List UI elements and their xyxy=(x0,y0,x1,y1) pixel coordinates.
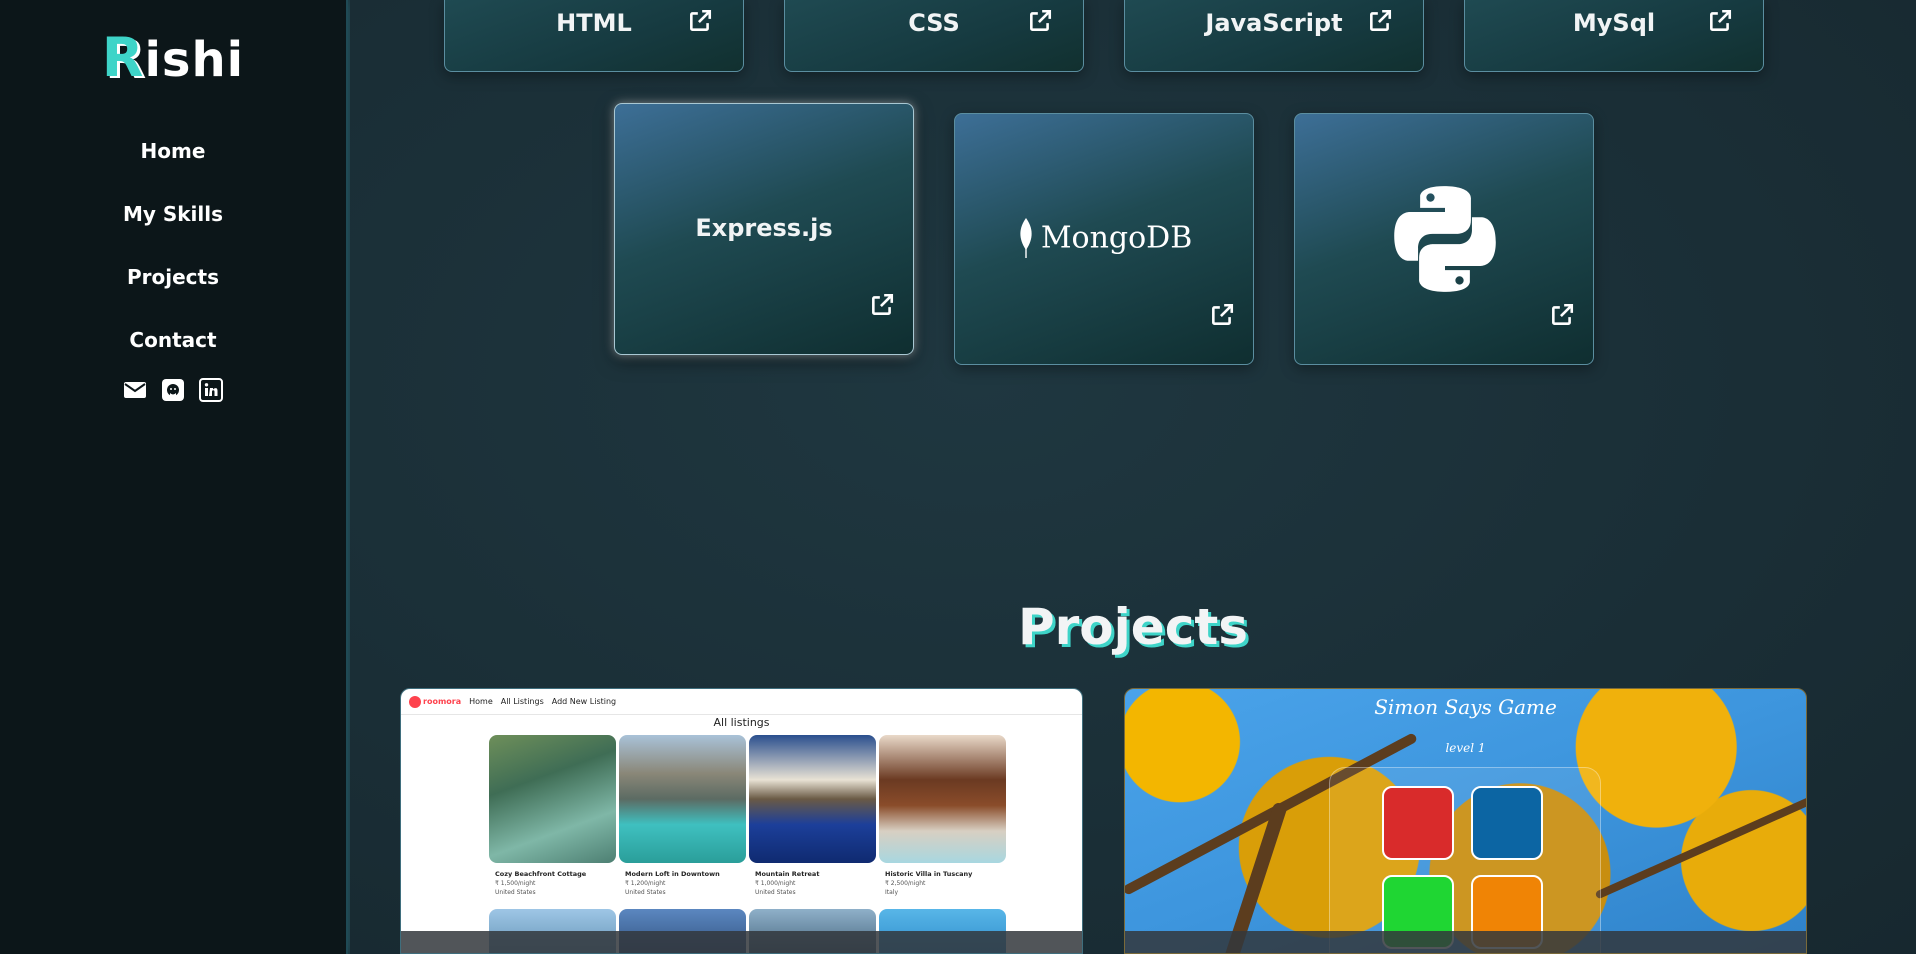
roomora-heading: All listings xyxy=(713,716,770,729)
roomora-nav-all-listings: All Listings xyxy=(500,697,544,706)
external-link-icon[interactable] xyxy=(1549,302,1575,328)
listing-country: United States xyxy=(755,889,796,896)
skill-card-javascript[interactable]: JavaScript xyxy=(1124,0,1424,72)
listing-title: Historic Villa in Tuscany xyxy=(885,870,973,878)
project-overlay-bar xyxy=(1125,931,1806,953)
listing-card: Historic Villa in Tuscany ₹ 2,500/night … xyxy=(879,735,1006,896)
listing-price: ₹ 1,500/night xyxy=(495,880,536,887)
branch-decoration xyxy=(1594,786,1806,900)
external-link-icon[interactable] xyxy=(869,292,895,318)
listing-card: Modern Loft in Downtown ₹ 1,200/night Un… xyxy=(619,735,746,896)
projects-heading: Projects xyxy=(1017,598,1248,656)
skill-card-mongodb[interactable]: MongoDB xyxy=(954,113,1254,365)
skill-card-express[interactable]: Express.js xyxy=(614,103,914,355)
listing-country: United States xyxy=(625,889,666,896)
listing-title: Cozy Beachfront Cottage xyxy=(495,870,587,878)
external-link-icon[interactable] xyxy=(1209,302,1235,328)
listing-country: United States xyxy=(495,889,536,896)
simon-board xyxy=(1329,767,1601,953)
logo-text: ishi xyxy=(144,32,245,88)
project-card-simon-says[interactable]: Simon Says Game level 1 xyxy=(1124,688,1807,954)
mongodb-wordmark: MongoDB xyxy=(1040,220,1193,256)
mongodb-logo: MongoDB xyxy=(955,218,1253,258)
external-link-icon[interactable] xyxy=(1707,8,1733,34)
listing-title: Modern Loft in Downtown xyxy=(625,870,720,878)
external-link-icon[interactable] xyxy=(1367,8,1393,34)
nav-my-skills[interactable]: My Skills xyxy=(0,199,346,262)
simon-button-blue xyxy=(1471,786,1543,860)
nav-projects[interactable]: Projects xyxy=(0,262,346,325)
project-card-roomora[interactable]: roomora Home All Listings Add New Listin… xyxy=(400,688,1083,954)
listing-title: Mountain Retreat xyxy=(755,870,820,878)
listing-price: ₹ 1,200/night xyxy=(625,880,666,887)
simon-level: level 1 xyxy=(1445,741,1486,755)
python-logo-icon xyxy=(1388,182,1502,300)
sidebar: Rishi Home My Skills Projects Contact xyxy=(0,0,348,954)
listing-image xyxy=(619,735,746,863)
linkedin-icon[interactable] xyxy=(199,378,223,402)
roomora-nav-add-listing: Add New Listing xyxy=(551,697,617,706)
main-content: HTML CSS JavaScript MySql Express.js Mon… xyxy=(350,0,1916,954)
envelope-icon[interactable] xyxy=(123,378,147,402)
nav-home[interactable]: Home xyxy=(0,136,346,199)
external-link-icon[interactable] xyxy=(687,8,713,34)
simon-title: Simon Says Game xyxy=(1374,695,1557,719)
github-icon[interactable] xyxy=(161,378,185,402)
listing-image xyxy=(749,735,876,863)
simon-button-red xyxy=(1382,786,1454,860)
listing-price: ₹ 2,500/night xyxy=(885,880,926,887)
project-overlay-bar xyxy=(401,931,1082,953)
skill-card-python[interactable] xyxy=(1294,113,1594,365)
mongodb-leaf-icon xyxy=(1020,218,1032,258)
logo-letter: R xyxy=(101,26,145,89)
skill-label: Express.js xyxy=(695,214,833,242)
listing-card: Mountain Retreat ₹ 1,000/night United St… xyxy=(749,735,876,896)
listing-price: ₹ 1,000/night xyxy=(755,880,796,887)
listing-image xyxy=(489,735,616,863)
skill-card-css[interactable]: CSS xyxy=(784,0,1084,72)
skill-card-html[interactable]: HTML xyxy=(444,0,744,72)
listing-card: Cozy Beachfront Cottage ₹ 1,500/night Un… xyxy=(489,735,616,896)
skill-card-mysql[interactable]: MySql xyxy=(1464,0,1764,72)
social-links xyxy=(0,378,346,402)
listing-image xyxy=(879,735,1006,863)
roomora-logo-icon xyxy=(409,695,421,708)
roomora-brand: roomora xyxy=(423,697,462,706)
site-logo[interactable]: Rishi xyxy=(0,26,346,89)
roomora-nav-home: Home xyxy=(469,697,493,706)
roomora-navbar: roomora Home All Listings Add New Listin… xyxy=(401,689,1082,715)
listing-country: Italy xyxy=(885,889,899,896)
main-nav: Home My Skills Projects Contact xyxy=(0,136,346,388)
external-link-icon[interactable] xyxy=(1027,8,1053,34)
